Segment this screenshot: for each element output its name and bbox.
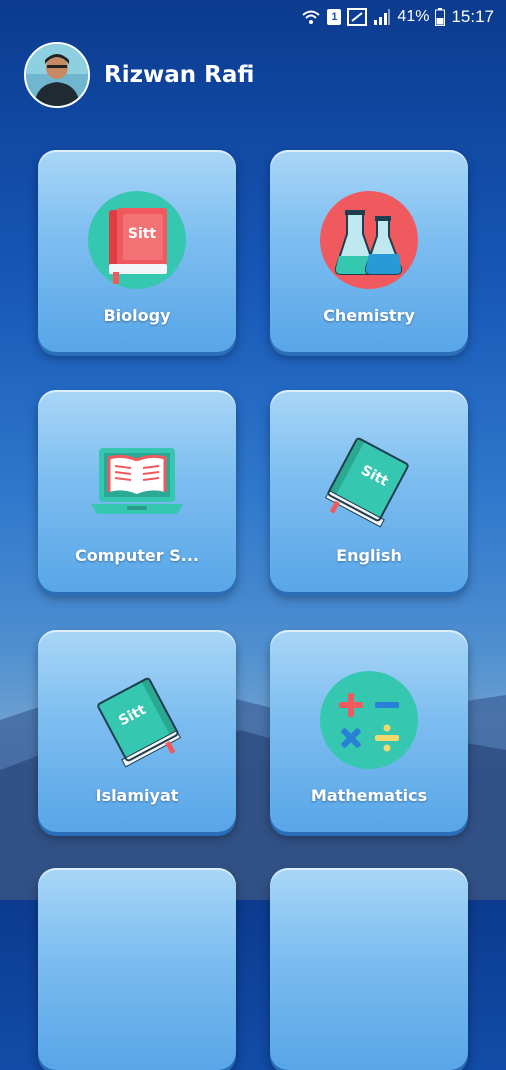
- profile-name: Rizwan Rafi: [104, 62, 255, 88]
- avatar[interactable]: [24, 42, 90, 108]
- battery-percent: 41%: [397, 8, 430, 25]
- subject-label: English: [336, 546, 402, 565]
- subject-tile-biology[interactable]: Sitt Biology: [38, 150, 236, 352]
- subject-label: Biology: [103, 306, 171, 325]
- nfc-icon: [347, 8, 368, 26]
- subject-label: Mathematics: [310, 786, 428, 805]
- subject-label: Islamiyat: [95, 786, 179, 805]
- subject-label: Computer S...: [75, 546, 199, 565]
- flasks-icon: [320, 191, 418, 289]
- profile-header[interactable]: Rizwan Rafi: [24, 42, 254, 108]
- subject-tile-chemistry[interactable]: Chemistry: [270, 150, 468, 352]
- math-symbols-icon: [320, 671, 418, 769]
- battery-icon: [435, 8, 446, 26]
- subject-tile-islamiyat[interactable]: Sitt Islamiyat: [38, 630, 236, 832]
- subject-tile-english[interactable]: Sitt English: [270, 390, 468, 592]
- wifi-calling-icon: [302, 10, 321, 24]
- subject-tile-mathematics[interactable]: Mathematics: [270, 630, 468, 832]
- book-icon: Sitt: [97, 677, 182, 768]
- status-bar: 1 41% 15:17: [0, 0, 506, 34]
- signal-icon: [374, 9, 391, 25]
- subject-tile-partial[interactable]: [38, 868, 236, 1070]
- svg-text:Sitt: Sitt: [128, 226, 157, 242]
- book-icon: Sitt: [324, 437, 409, 528]
- subject-tile-computer-science[interactable]: Computer S...: [38, 390, 236, 592]
- clock: 15:17: [451, 7, 494, 26]
- sim1-icon: 1: [327, 9, 342, 25]
- book-icon: Sitt: [88, 191, 186, 289]
- laptop-book-icon: [91, 448, 183, 514]
- subject-label: Chemistry: [323, 306, 415, 325]
- subject-tile-partial[interactable]: [270, 868, 468, 1070]
